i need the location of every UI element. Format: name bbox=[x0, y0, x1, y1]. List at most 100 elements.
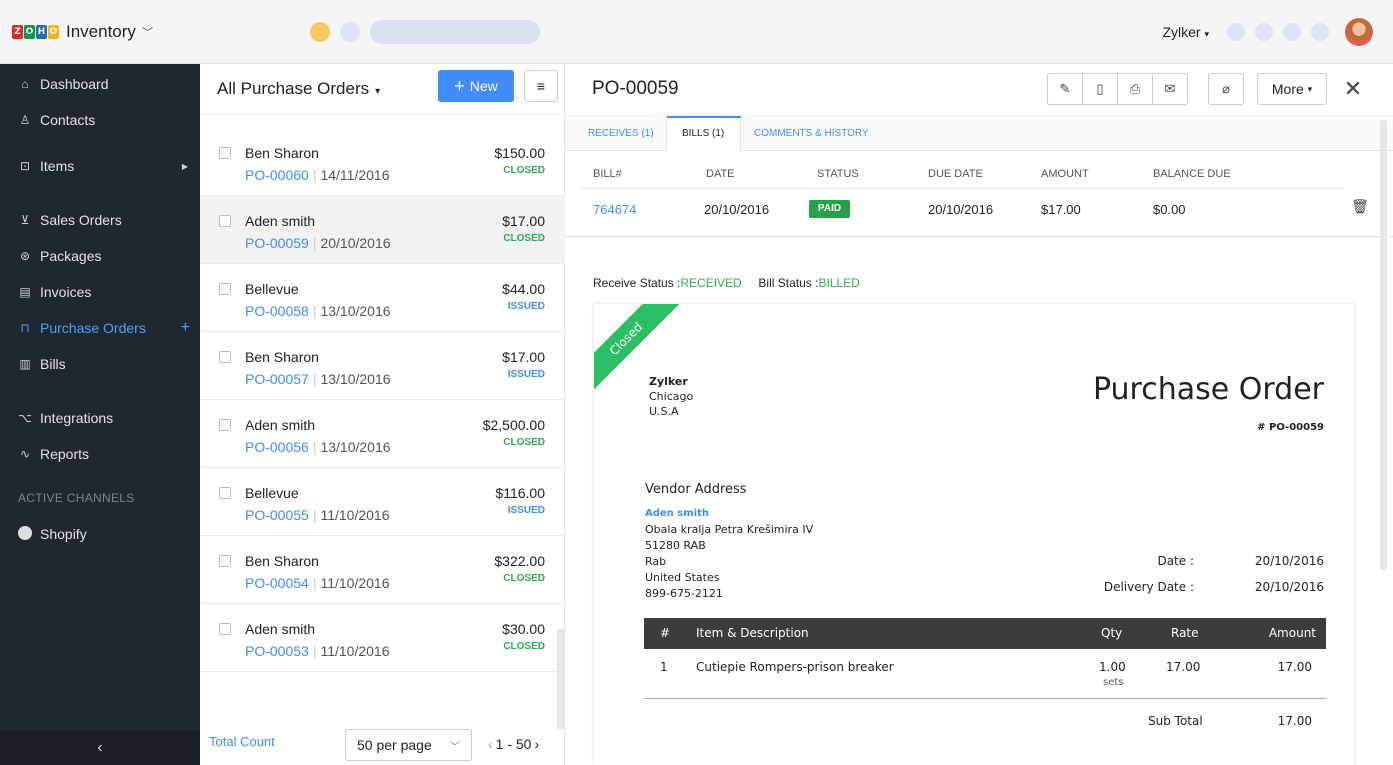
sidebar-item-bills[interactable]: ▥ Bills bbox=[0, 346, 200, 382]
box-icon: ⊡ bbox=[19, 159, 31, 173]
org-switcher[interactable]: Zylker ▾ bbox=[1162, 24, 1209, 40]
sidebar-item-shopify[interactable]: Shopify bbox=[0, 516, 200, 552]
new-button[interactable]: + New bbox=[438, 70, 514, 102]
placeholder-dot[interactable] bbox=[1311, 23, 1329, 41]
divider bbox=[581, 188, 1345, 189]
vendor-name-link[interactable]: Aden smith bbox=[645, 506, 813, 522]
row-checkbox[interactable] bbox=[219, 351, 231, 363]
shopify-icon bbox=[18, 525, 32, 543]
row-checkbox[interactable] bbox=[219, 419, 231, 431]
divider: | bbox=[312, 507, 317, 523]
attach-button[interactable]: ⌀ bbox=[1208, 73, 1244, 105]
tab-comments-history[interactable]: COMMENTS & HISTORY bbox=[754, 128, 869, 139]
app-switcher[interactable]: Z O H O Inventory ﹀ bbox=[0, 22, 200, 42]
sidebar-item-dashboard[interactable]: ⌂ Dashboard bbox=[0, 66, 200, 102]
po-number[interactable]: PO-00055 bbox=[245, 507, 309, 523]
row-checkbox[interactable] bbox=[219, 215, 231, 227]
divider: | bbox=[312, 371, 317, 387]
divider: | bbox=[312, 235, 317, 251]
plus-icon[interactable]: + bbox=[181, 319, 190, 337]
bill-status-value: BILLED bbox=[818, 276, 860, 290]
po-number[interactable]: PO-00056 bbox=[245, 439, 309, 455]
collapse-sidebar-button[interactable]: ‹ bbox=[0, 731, 200, 765]
pdf-button[interactable]: ▯ bbox=[1082, 73, 1118, 105]
sidebar-item-integrations[interactable]: ⌥ Integrations bbox=[0, 400, 200, 436]
sidebar-item-packages[interactable]: ⊛ Packages bbox=[0, 238, 200, 274]
bill-number-link[interactable]: 764674 bbox=[593, 202, 636, 217]
total-count-link[interactable]: Total Count bbox=[209, 734, 275, 749]
sidebar-item-invoices[interactable]: ▤ Invoices bbox=[0, 274, 200, 310]
caret-down-icon: ▾ bbox=[375, 85, 381, 97]
sidebar-item-sales-orders[interactable]: ⊻ Sales Orders bbox=[0, 202, 200, 238]
item-qty: 1.00 bbox=[1099, 660, 1126, 674]
row-checkbox[interactable] bbox=[219, 147, 231, 159]
po-number[interactable]: PO-00060 bbox=[245, 167, 309, 183]
list-scrollbar[interactable] bbox=[557, 629, 564, 729]
list-item[interactable]: Bellevue PO-00058 | 13/10/2016 $44.00 ISSU… bbox=[200, 264, 565, 332]
bill-due-date: 20/10/2016 bbox=[928, 202, 994, 217]
po-date: 13/10/2016 bbox=[320, 303, 391, 319]
row-checkbox[interactable] bbox=[219, 283, 231, 295]
sidebar-item-items[interactable]: ⊡ Items ▶ bbox=[0, 148, 200, 184]
more-button[interactable]: More ▾ bbox=[1257, 73, 1327, 105]
edit-button[interactable]: ✎ bbox=[1047, 73, 1083, 105]
row-checkbox[interactable] bbox=[219, 623, 231, 635]
next-page-icon[interactable]: › bbox=[534, 736, 539, 752]
list-item[interactable]: Aden smith PO-00053 | 11/10/2016 $30.00 CL… bbox=[200, 604, 565, 672]
email-button[interactable]: ✉ bbox=[1152, 73, 1188, 105]
search-placeholder[interactable] bbox=[370, 19, 540, 44]
subtotal-row: Sub Total 17.00 bbox=[644, 710, 1326, 734]
list-item[interactable]: Ben Sharon PO-00054 | 11/10/2016 $322.00 C… bbox=[200, 536, 565, 604]
placeholder-dot[interactable] bbox=[1255, 23, 1273, 41]
section-active-channels: ACTIVE CHANNELS bbox=[18, 491, 135, 505]
po-number[interactable]: PO-00053 bbox=[245, 643, 309, 659]
placeholder-dot[interactable] bbox=[1227, 23, 1245, 41]
integrations-icon: ⌥ bbox=[18, 411, 32, 425]
document-title: Purchase Order bbox=[1092, 372, 1324, 407]
per-page-select[interactable]: 50 per page ﹀ bbox=[345, 729, 472, 761]
row-checkbox[interactable] bbox=[219, 487, 231, 499]
avatar[interactable] bbox=[1345, 18, 1373, 46]
list-item[interactable]: Aden smith PO-00056 | 13/10/2016 $2,500.00… bbox=[200, 400, 565, 468]
po-number[interactable]: PO-00054 bbox=[245, 575, 309, 591]
trash-icon[interactable]: 🗑 bbox=[1351, 198, 1369, 215]
list-item[interactable]: Ben Sharon PO-00060 | 14/11/2016 $150.00 C… bbox=[200, 128, 565, 196]
row-checkbox[interactable] bbox=[219, 555, 231, 567]
po-number[interactable]: PO-00058 bbox=[245, 303, 309, 319]
column-header: DATE bbox=[706, 168, 735, 180]
sidebar-item-label: Dashboard bbox=[40, 76, 109, 92]
list-view-selector[interactable]: All Purchase Orders ▾ bbox=[217, 79, 380, 99]
close-button[interactable]: ✕ bbox=[1337, 73, 1369, 105]
po-number[interactable]: PO-00057 bbox=[245, 371, 309, 387]
sidebar-item-reports[interactable]: ∿ Reports bbox=[0, 436, 200, 472]
column-header: AMOUNT bbox=[1041, 168, 1089, 180]
item-unit: sets bbox=[1103, 677, 1124, 688]
sidebar-item-contacts[interactable]: ♙ Contacts bbox=[0, 102, 200, 138]
po-date: 11/10/2016 bbox=[320, 643, 390, 659]
sidebar-item-label: Purchase Orders bbox=[40, 320, 146, 336]
tab-receives[interactable]: RECEIVES (1) bbox=[588, 128, 654, 139]
chevron-down-icon: ﹀ bbox=[141, 26, 153, 39]
list-item[interactable]: Aden smith PO-00059 | 20/10/2016 $17.00 CL… bbox=[200, 196, 565, 264]
print-button[interactable]: ⎙ bbox=[1117, 73, 1153, 105]
org-name: Zylker bbox=[649, 375, 688, 388]
list-item[interactable]: Bellevue PO-00055 | 11/10/2016 $116.00 ISS… bbox=[200, 468, 565, 536]
sidebar-item-purchase-orders[interactable]: ⊓ Purchase Orders + bbox=[0, 310, 200, 346]
po-number[interactable]: PO-00059 bbox=[245, 235, 309, 251]
home-icon: ⌂ bbox=[21, 77, 29, 91]
column-header: Rate bbox=[1171, 626, 1199, 640]
prev-page-icon[interactable]: ‹ bbox=[488, 736, 493, 752]
detail-header: PO-00059 ✎ ▯ ⎙ ✉ ⌀ More ▾ ✕ bbox=[565, 64, 1393, 116]
vendor-address-line: United States bbox=[645, 571, 720, 584]
list-menu-button[interactable]: ≡ bbox=[524, 70, 558, 102]
vendor-address-line: Obala kralja Petra Krešimira IV bbox=[645, 523, 814, 536]
logo-letter: Z bbox=[12, 24, 23, 39]
column-header: BILL# bbox=[593, 168, 622, 180]
column-header: BALANCE DUE bbox=[1153, 168, 1231, 180]
list-item[interactable]: Ben Sharon PO-00057 | 13/10/2016 $17.00 IS… bbox=[200, 332, 565, 400]
detail-panel: PO-00059 ✎ ▯ ⎙ ✉ ⌀ More ▾ ✕ RECEIVES (1)… bbox=[565, 64, 1393, 765]
plus-icon: + bbox=[454, 76, 465, 96]
tab-bills[interactable]: BILLS (1) bbox=[682, 128, 724, 139]
placeholder-dot[interactable] bbox=[1283, 23, 1301, 41]
detail-scrollbar[interactable] bbox=[1380, 120, 1387, 570]
